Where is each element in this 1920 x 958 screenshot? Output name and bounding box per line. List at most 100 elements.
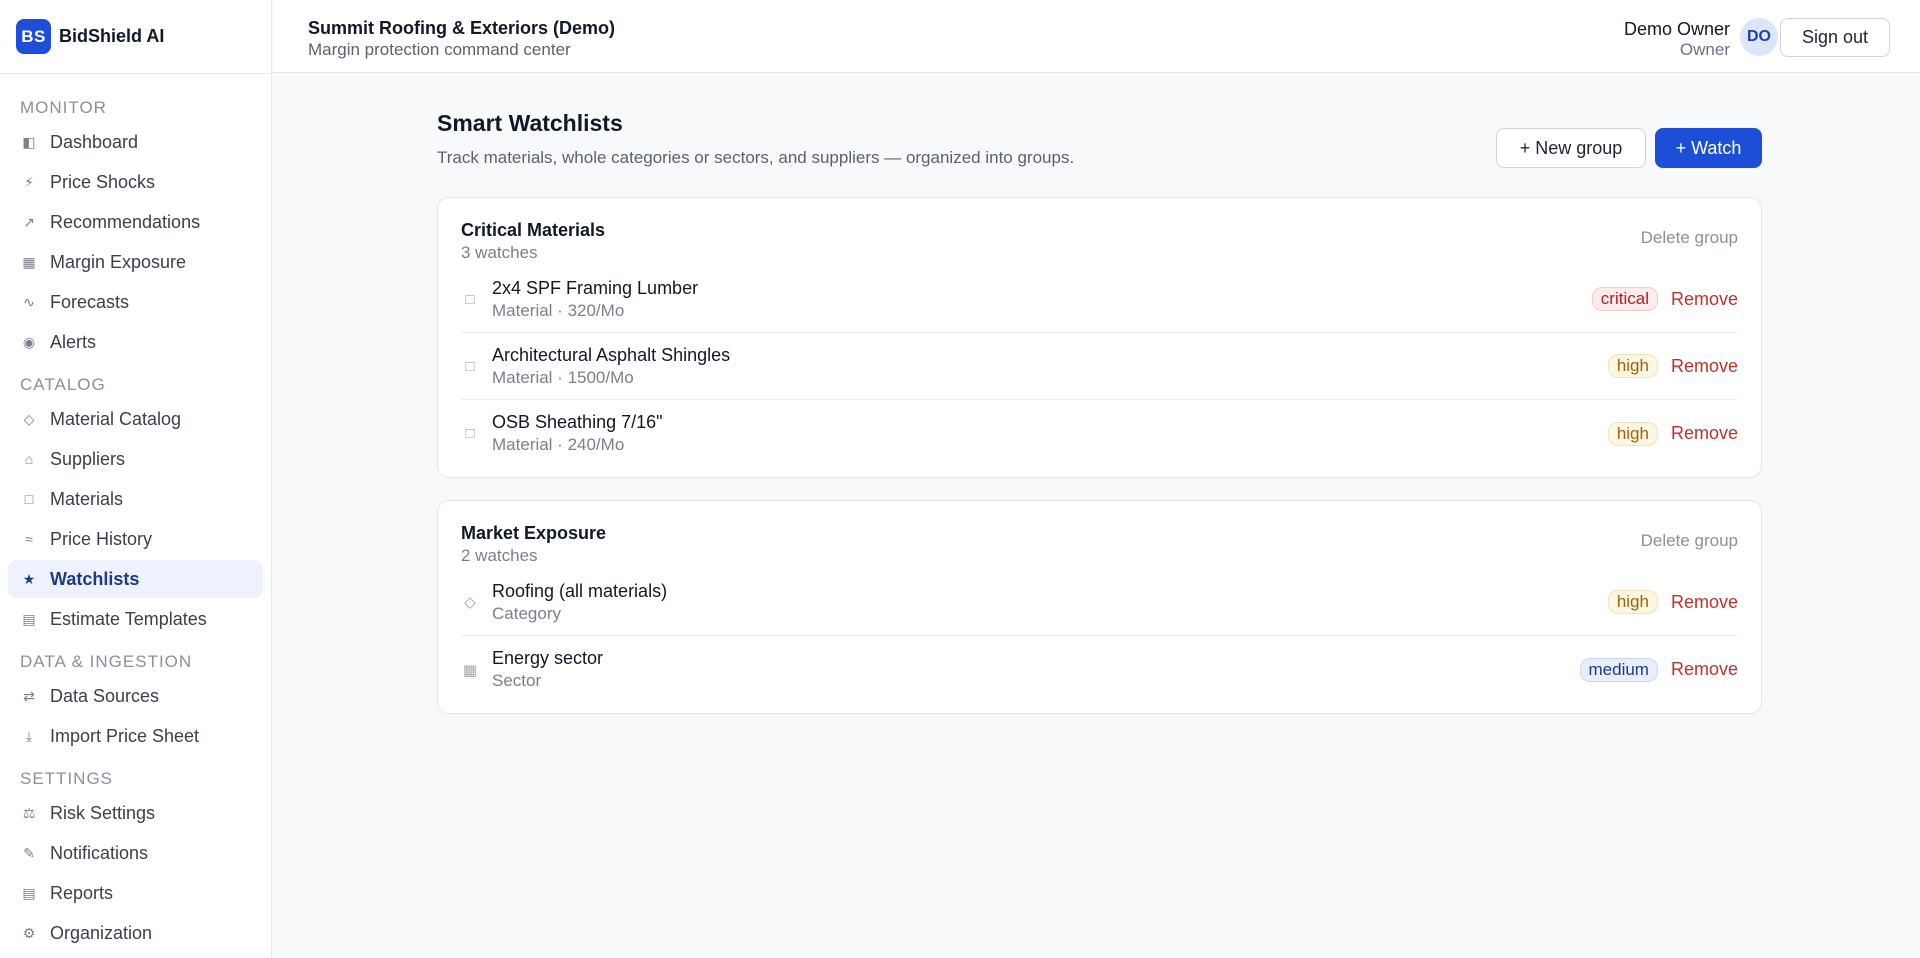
grid-icon: ▦	[22, 253, 36, 270]
new-group-button[interactable]: + New group	[1496, 128, 1646, 168]
brand[interactable]: BS BidShield AI	[0, 0, 271, 74]
sidebar-item-label: Watchlists	[50, 568, 140, 589]
org-subtitle: Margin protection command center	[308, 40, 571, 59]
square-icon: □	[465, 290, 475, 308]
watch-row: □ Architectural Asphalt Shingles Material …	[461, 333, 1738, 400]
trend-icon: ∿	[23, 293, 35, 310]
sidebar-item-label: Alerts	[50, 331, 97, 352]
watch-meta: Category	[492, 603, 561, 623]
approx-icon: ≈	[25, 531, 33, 547]
group-name: Market Exposure	[461, 523, 607, 543]
watch-name: Energy sector	[492, 648, 604, 668]
sidebar-item-label: Margin Exposure	[50, 251, 187, 272]
brand-name: BidShield AI	[59, 26, 165, 46]
nav-section-data: DATA & INGESTION	[20, 652, 193, 671]
sidebar-item-label: Reports	[50, 882, 114, 903]
nav-section-catalog: CATALOG	[20, 375, 106, 394]
sidebar-item-label: Price History	[50, 528, 153, 549]
watchlist-group: Market Exposure 2 watches Delete group ◇ Roo…	[437, 500, 1762, 714]
watch-row: ▦ Energy sector Sector medium Remove	[461, 636, 1738, 703]
sidebar-item-label: Risk Settings	[50, 802, 156, 823]
nav-section-settings: SETTINGS	[20, 769, 114, 788]
watch-name: Roofing (all materials)	[492, 580, 668, 601]
sidebar-item-recommendations[interactable]: ↗ Recommendations	[8, 203, 263, 241]
sidebar-item-price-history[interactable]: ≈ Price History	[8, 520, 263, 558]
watch-info: Roofing (all materials) Category	[492, 581, 667, 624]
sidebar-item-material-catalog[interactable]: ◇ Material Catalog	[8, 400, 263, 438]
sidebar-item-label: Notifications	[50, 842, 149, 863]
severity-badge: high	[1607, 421, 1658, 446]
sidebar-item-alerts[interactable]: ◉ Alerts	[8, 323, 263, 361]
sidebar-item-notifications[interactable]: ✎ Notifications	[8, 834, 263, 872]
sidebar-item-risk-settings[interactable]: ⚖ Risk Settings	[8, 794, 263, 832]
square-icon: □	[465, 425, 475, 442]
sidebar-item-materials[interactable]: □ Materials	[8, 480, 263, 518]
square-icon: □	[24, 491, 34, 507]
watchlist-group: Critical Materials 3 watches Delete group □…	[437, 197, 1762, 478]
sidebar-item-estimate-templates[interactable]: ▤ Estimate Templates	[8, 600, 263, 638]
watch-row: □ 2x4 SPF Framing Lumber Material · 320/Mo…	[461, 266, 1738, 333]
sidebar-item-label: Price Shocks	[50, 171, 156, 192]
sidebar-item-label: Import Price Sheet	[50, 725, 200, 746]
add-watch-button[interactable]: + Watch	[1655, 128, 1762, 168]
org-name: Summit Roofing & Exteriors (Demo)	[308, 18, 616, 38]
sidebar: BS BidShield AI MONITOR ◧ Dashboard ⚡ Price…	[0, 0, 272, 958]
sidebar-item-import-price-sheet[interactable]: ⤓ Import Price Sheet	[8, 717, 263, 755]
remove-button[interactable]: Remove	[1671, 356, 1738, 377]
watch-info: Architectural Asphalt Shingles Material ·…	[492, 345, 730, 388]
watch-meta: Material · 320/Mo	[492, 300, 625, 320]
watch-name: 2x4 SPF Framing Lumber	[492, 277, 699, 298]
sidebar-item-label: Organization	[50, 922, 153, 943]
sidebar-item-watchlists[interactable]: ★ Watchlists	[8, 560, 263, 598]
star-icon: ★	[22, 570, 36, 587]
home-icon: ⌂	[24, 451, 34, 467]
severity-badge: high	[1607, 354, 1658, 378]
remove-button[interactable]: Remove	[1671, 423, 1738, 444]
header-actions: + New group + Watch	[1496, 128, 1762, 168]
sidebar-item-suppliers[interactable]: ⌂ Suppliers	[8, 440, 263, 478]
remove-button[interactable]: Remove	[1671, 289, 1738, 310]
sidebar-item-label: Estimate Templates	[50, 608, 207, 629]
square-icon: □	[465, 357, 475, 375]
group-name: Critical Materials	[461, 220, 606, 240]
watch-actions: high Remove	[1607, 421, 1738, 446]
watch-meta: Material · 1500/Mo	[492, 367, 634, 387]
watchlist-groups: Critical Materials 3 watches Delete group □…	[437, 197, 1762, 714]
watch-name: Architectural Asphalt Shingles	[492, 344, 731, 365]
arrow-up-right-icon: ↗	[23, 213, 35, 230]
remove-button[interactable]: Remove	[1671, 659, 1738, 680]
group-header: Market Exposure 2 watches Delete group	[461, 523, 1738, 569]
report-icon: ▤	[22, 884, 36, 901]
group-header: Critical Materials 3 watches Delete group	[461, 220, 1738, 266]
sidebar-item-label: Recommendations	[50, 211, 201, 232]
sidebar-item-reports[interactable]: ▤ Reports	[8, 874, 263, 912]
sidebar-item-label: Forecasts	[50, 291, 130, 312]
severity-badge: medium	[1579, 657, 1658, 682]
brand-logo: BS	[16, 19, 51, 54]
sidebar-item-dashboard[interactable]: ◧ Dashboard	[8, 123, 263, 161]
sidebar-nav: MONITOR ◧ Dashboard ⚡ Price Shocks ↗ Recommen…	[0, 74, 271, 952]
alert-dot-icon: ◉	[22, 333, 36, 350]
download-icon: ⤓	[25, 727, 33, 744]
sidebar-item-label: Data Sources	[50, 685, 160, 706]
watch-name: OSB Sheathing 7/16"	[492, 412, 663, 432]
watch-info: 2x4 SPF Framing Lumber Material · 320/Mo	[492, 278, 698, 321]
sidebar-item-forecasts[interactable]: ∿ Forecasts	[8, 283, 263, 321]
sidebar-item-label: Suppliers	[50, 448, 126, 469]
watch-actions: high Remove	[1607, 354, 1738, 378]
watch-meta: Material · 240/Mo	[492, 435, 625, 454]
sidebar-item-price-shocks[interactable]: ⚡ Price Shocks	[8, 163, 263, 201]
template-icon: ▤	[22, 610, 36, 627]
sign-out-button[interactable]: Sign out	[1780, 18, 1890, 57]
pencil-icon: ✎	[23, 844, 35, 861]
sidebar-item-data-sources[interactable]: ⇄ Data Sources	[8, 677, 263, 715]
sidebar-item-margin-exposure[interactable]: ▦ Margin Exposure	[8, 243, 263, 281]
delete-group-button[interactable]: Delete group	[1641, 228, 1738, 248]
lightning-icon: ⚡	[24, 173, 34, 190]
remove-button[interactable]: Remove	[1671, 592, 1738, 613]
severity-badge: critical	[1591, 287, 1658, 311]
delete-group-button[interactable]: Delete group	[1641, 531, 1738, 551]
avatar[interactable]: DO	[1740, 18, 1778, 56]
watch-meta: Sector	[492, 671, 542, 690]
sidebar-item-organization[interactable]: ⚙ Organization	[8, 914, 263, 952]
